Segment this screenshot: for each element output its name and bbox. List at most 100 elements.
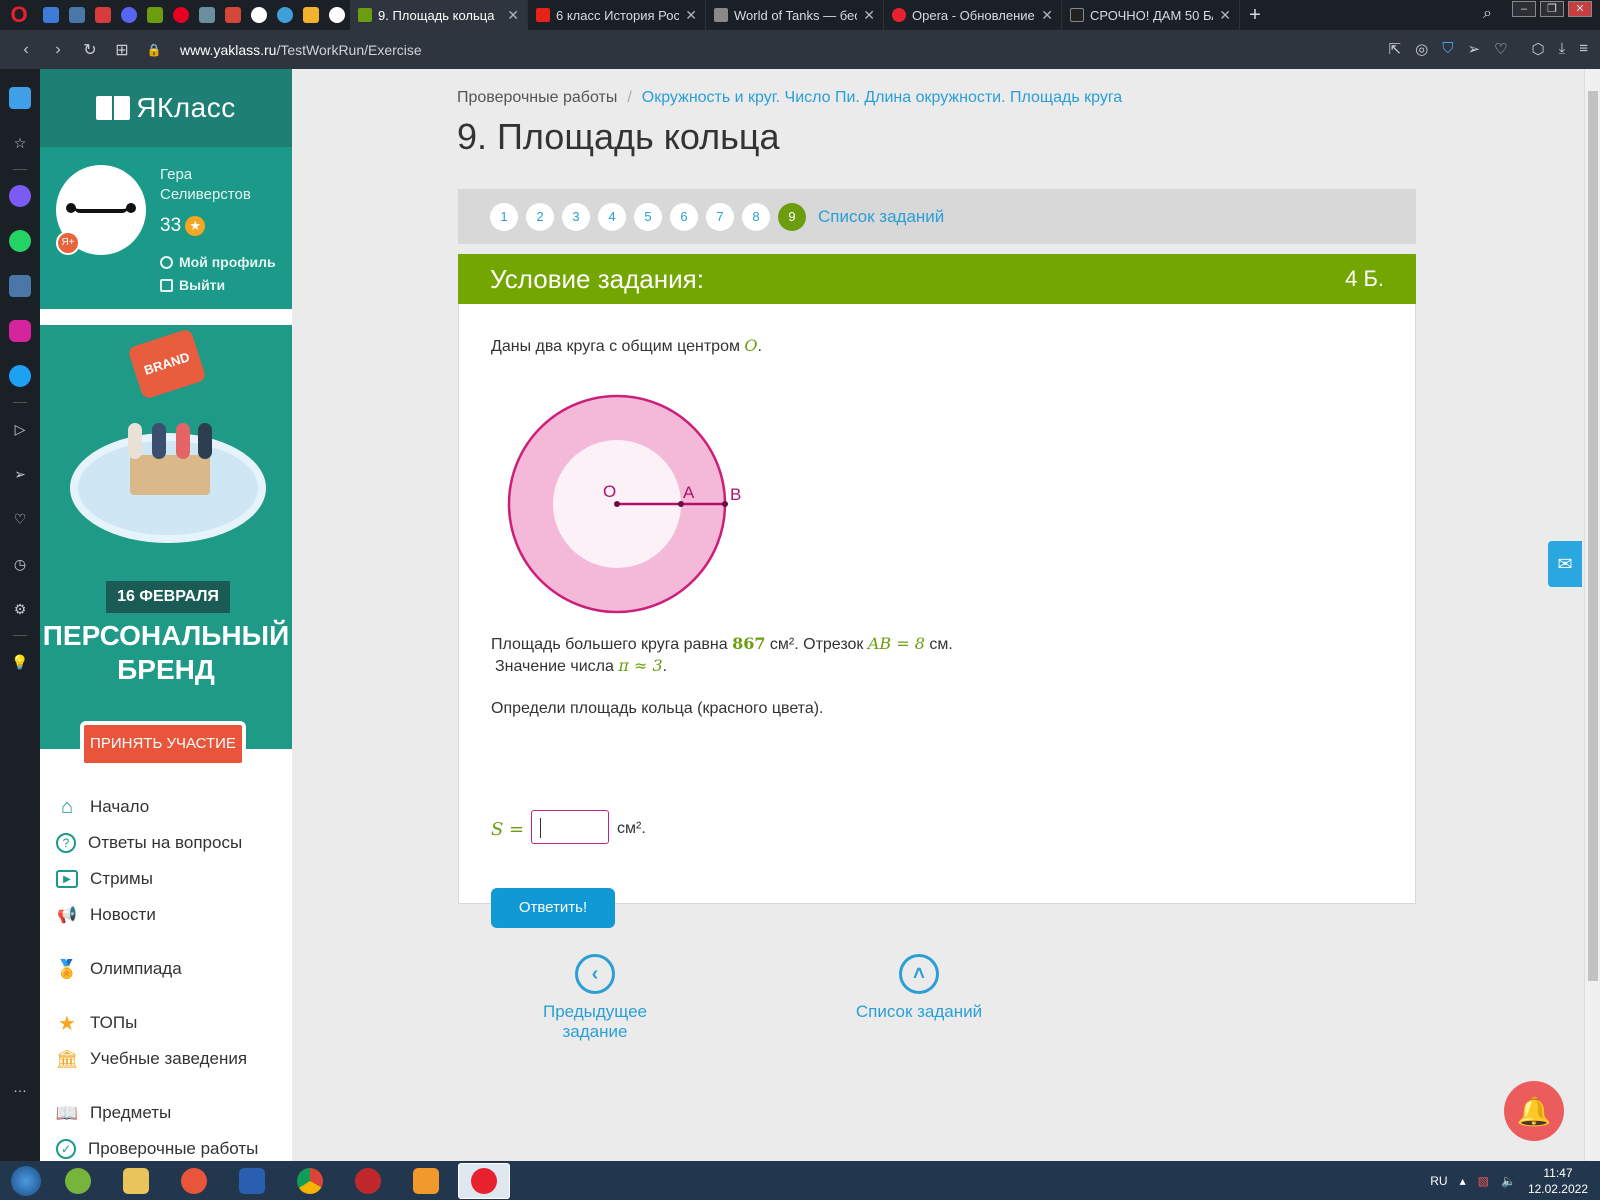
nav-item-schools[interactable]: 🏛 Учебные заведения (40, 1041, 292, 1077)
close-tab-icon[interactable]: ✕ (1219, 7, 1231, 24)
pinned-tab-google[interactable] (246, 0, 272, 30)
send-icon[interactable]: ➢ (9, 463, 31, 485)
opera-menu-icon[interactable]: O (0, 0, 38, 30)
tab-history[interactable]: 6 класс История Росси ✕ (528, 0, 706, 30)
taskbar-explorer[interactable] (110, 1163, 162, 1199)
nav-item-subjects[interactable]: 📖 Предметы (40, 1095, 292, 1131)
cube-icon[interactable]: ⬡ (1531, 40, 1544, 58)
volume-icon[interactable]: 🔈 (1501, 1174, 1516, 1188)
taskbar-app-orange[interactable] (168, 1163, 220, 1199)
pinned-tab-pinterest[interactable] (168, 0, 194, 30)
taskbar-save-app[interactable] (226, 1163, 278, 1199)
task-number-2[interactable]: 2 (526, 202, 554, 231)
close-tab-icon[interactable]: ✕ (863, 7, 875, 24)
previous-task-link[interactable]: ‹ Предыдущее задание (510, 954, 680, 1042)
clock[interactable]: 11:47 12.02.2022 (1528, 1165, 1588, 1197)
tab-znanija[interactable]: СРОЧНО! ДАМ 50 БАЛ ✕ (1062, 0, 1240, 30)
forward-button[interactable]: › (42, 41, 74, 59)
lightbulb-icon[interactable]: 💡 (9, 651, 31, 673)
nav-item-answers[interactable]: ? Ответы на вопросы (40, 825, 292, 861)
taskbar-chrome[interactable] (284, 1163, 336, 1199)
task-number-7[interactable]: 7 (706, 202, 734, 231)
pinned-tab-bookmark[interactable] (298, 0, 324, 30)
pinned-tab-google-2[interactable] (324, 0, 350, 30)
task-number-6[interactable]: 6 (670, 202, 698, 231)
network-icon[interactable]: ▧ (1478, 1174, 1489, 1188)
task-number-5[interactable]: 5 (634, 202, 662, 231)
minimize-button[interactable]: – (1512, 1, 1536, 17)
share-icon[interactable]: ⇱ (1389, 40, 1402, 58)
settings-icon[interactable]: ⚙ (9, 598, 31, 620)
pinned-tab-discord[interactable] (116, 0, 142, 30)
scrollbar-thumb[interactable] (1588, 91, 1598, 981)
tab-opera-update[interactable]: Opera - Обновление з ✕ (884, 0, 1062, 30)
pinned-tab-yaklass[interactable] (142, 0, 168, 30)
close-window-button[interactable]: ✕ (1568, 1, 1592, 17)
nav-item-tops[interactable]: ★ ТОПы (40, 1005, 292, 1041)
speed-dial-icon[interactable]: ⊞ (106, 40, 138, 60)
close-tab-icon[interactable]: ✕ (1041, 7, 1053, 24)
taskbar-media-player[interactable] (400, 1163, 452, 1199)
pinned-tab-gmail[interactable] (220, 0, 246, 30)
task-number-3[interactable]: 3 (562, 202, 590, 231)
tray-expand-icon[interactable]: ▴ (1460, 1174, 1466, 1188)
close-tab-icon[interactable]: ✕ (685, 7, 697, 24)
reload-icon[interactable]: ↻ (74, 40, 106, 60)
logout-link[interactable]: Выйти (160, 277, 225, 293)
pinned-tab-app[interactable] (272, 0, 298, 30)
lock-icon[interactable]: 🔒 (138, 43, 170, 57)
messenger-icon[interactable] (9, 185, 31, 207)
history-icon[interactable]: ◷ (9, 553, 31, 575)
breadcrumb-root[interactable]: Проверочные работы (457, 89, 617, 106)
nav-item-home[interactable]: ⌂ Начало (40, 789, 292, 825)
nav-item-olympiad[interactable]: 🏅 Олимпиада (40, 951, 292, 987)
yaklass-logo[interactable]: ЯКласс (40, 69, 292, 147)
whatsapp-icon[interactable] (9, 230, 31, 252)
home-icon[interactable] (9, 87, 31, 109)
tab-world-of-tanks[interactable]: World of Tanks — бесп ✕ (706, 0, 884, 30)
task-number-4[interactable]: 4 (598, 202, 626, 231)
new-tab-button[interactable]: + (1240, 4, 1270, 27)
camera-icon[interactable]: ◎ (1415, 40, 1428, 58)
breadcrumb-current[interactable]: Окружность и круг. Число Пи. Длина окруж… (642, 89, 1122, 106)
download-icon[interactable]: ⤓ (1559, 40, 1566, 58)
twitter-icon[interactable] (9, 365, 31, 387)
promo-banner[interactable]: BRAND 16 ФЕВРАЛЯ ПЕРСОНАЛЬНЫЙ БРЕНД ПРИН… (40, 325, 292, 767)
task-number-9-current[interactable]: 9 (778, 202, 806, 231)
answer-input[interactable] (531, 810, 609, 844)
heart-icon[interactable]: ♡ (9, 508, 31, 530)
tab-active[interactable]: 9. Площадь кольца ✕ (350, 0, 528, 30)
pinned-tab-doc[interactable] (90, 0, 116, 30)
start-button[interactable] (0, 1161, 52, 1200)
taskbar-game-app[interactable] (342, 1163, 394, 1199)
shield-icon[interactable]: ⛉ (1442, 40, 1453, 58)
star-icon[interactable]: ☆ (9, 132, 31, 154)
nav-item-streams[interactable]: ▶ Стримы (40, 861, 292, 897)
submit-button[interactable]: Ответить! (491, 888, 615, 928)
restore-button[interactable]: ❐ (1540, 1, 1564, 17)
search-tabs-icon[interactable]: ⌕ (1483, 5, 1492, 23)
more-icon[interactable]: … (9, 1076, 31, 1098)
participate-button[interactable]: ПРИНЯТЬ УЧАСТИЕ (80, 721, 246, 767)
send-icon[interactable]: ➢ (1467, 40, 1480, 58)
back-button[interactable]: ‹ (10, 41, 42, 59)
task-number-1[interactable]: 1 (490, 202, 518, 231)
nav-item-news[interactable]: 📢 Новости (40, 897, 292, 933)
pinned-tab-translate[interactable] (194, 0, 220, 30)
task-number-8[interactable]: 8 (742, 202, 770, 231)
my-profile-link[interactable]: Мой профиль (160, 254, 276, 270)
task-list-link[interactable]: Список заданий (818, 207, 944, 227)
mail-icon[interactable]: ✉ (1548, 541, 1582, 587)
vk-icon[interactable] (9, 275, 31, 297)
menu-icon[interactable]: ≡ (1579, 40, 1588, 58)
bell-icon[interactable]: 🔔 (1504, 1081, 1564, 1141)
pinned-tab-dnevnik[interactable] (38, 0, 64, 30)
instagram-icon[interactable] (9, 320, 31, 342)
task-list-bottom-link[interactable]: ˄ Список заданий (854, 954, 984, 1022)
heart-icon[interactable]: ♡ (1494, 40, 1507, 58)
taskbar-utorrent[interactable] (52, 1163, 104, 1199)
scrollbar[interactable] (1584, 69, 1600, 1161)
url-field[interactable]: www.yaklass.ru/TestWorkRun/Exercise (180, 42, 422, 58)
taskbar-opera[interactable] (458, 1162, 510, 1199)
language-indicator[interactable]: RU (1430, 1174, 1447, 1188)
